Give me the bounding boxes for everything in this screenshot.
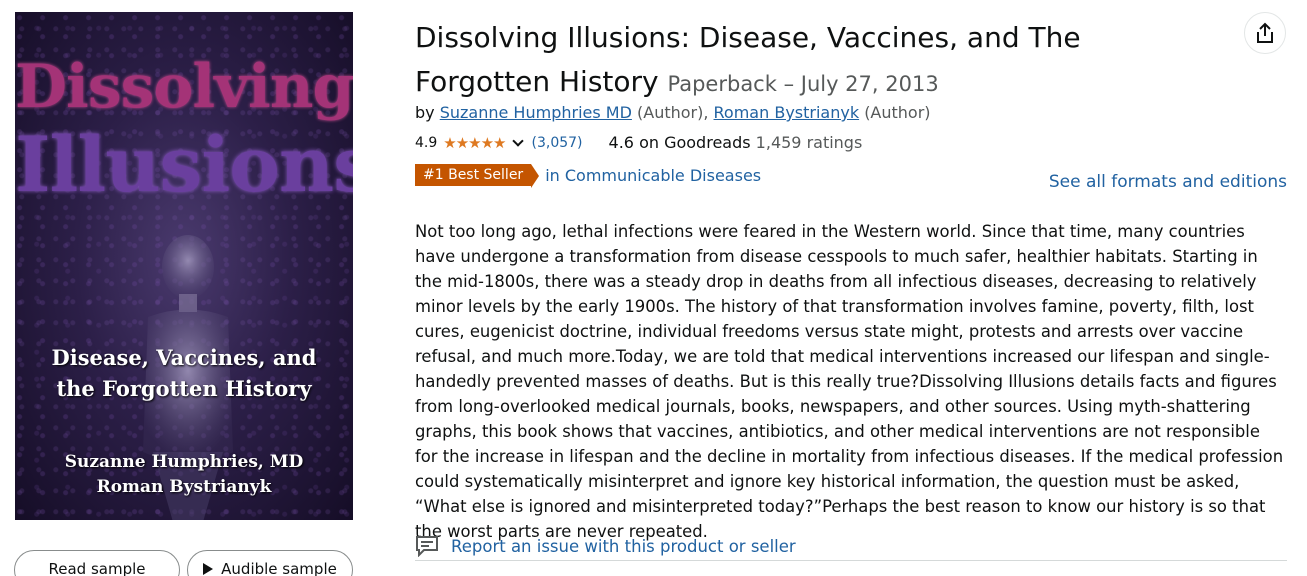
play-icon <box>203 563 214 575</box>
best-seller-badge: #1 Best Seller <box>415 164 540 188</box>
read-sample-button[interactable]: Read sample <box>14 550 180 576</box>
best-seller-row: #1 Best Seller in Communicable Diseases <box>415 164 761 188</box>
by-label: by <box>415 103 435 122</box>
author-link-2[interactable]: Roman Bystrianyk <box>714 103 860 122</box>
cover-authors: Suzanne Humphries, MD Roman Bystrianyk <box>15 450 353 500</box>
divider <box>415 560 1287 561</box>
share-icon <box>1257 22 1273 43</box>
best-seller-category-link[interactable]: in Communicable Diseases <box>545 166 761 185</box>
chevron-down-icon[interactable] <box>511 134 524 147</box>
cover-subtitle-line2: the Forgotten History <box>56 376 312 401</box>
cover-title-line2: Illusions <box>15 120 353 209</box>
author-role-1: (Author), <box>637 103 709 122</box>
author-role-2: (Author) <box>864 103 931 122</box>
cover-author-line2: Roman Bystrianyk <box>96 477 272 497</box>
cover-subtitle-line1: Disease, Vaccines, and <box>51 345 317 370</box>
share-button[interactable] <box>1244 12 1286 54</box>
report-issue-link[interactable]: Report an issue with this product or sel… <box>415 535 796 557</box>
see-all-formats-link[interactable]: See all formats and editions <box>1049 172 1287 192</box>
goodreads-count: 1,459 ratings <box>755 133 863 152</box>
byline: by Suzanne Humphries MD (Author), Roman … <box>415 103 931 122</box>
report-issue-label: Report an issue with this product or sel… <box>451 536 796 556</box>
cover-title-line1: Dissolving <box>15 52 353 122</box>
book-cover-image[interactable]: Dissolving Illusions Disease, Vaccines, … <box>15 12 353 520</box>
product-format: Paperback – July 27, 2013 <box>667 72 939 96</box>
author-link-1[interactable]: Suzanne Humphries MD <box>440 103 632 122</box>
goodreads-rating: 4.6 on Goodreads 1,459 ratings <box>609 133 863 152</box>
product-title: Dissolving Illusions: Disease, Vaccines,… <box>415 16 1215 106</box>
audible-sample-button[interactable]: Audible sample <box>187 550 353 576</box>
feedback-icon <box>416 536 438 557</box>
product-description: Not too long ago, lethal infections were… <box>415 222 1284 541</box>
cover-author-line1: Suzanne Humphries, MD <box>64 452 304 472</box>
audible-sample-label: Audible sample <box>221 560 337 576</box>
read-sample-label: Read sample <box>48 560 146 576</box>
rating-count-link[interactable]: (3,057) <box>532 135 583 151</box>
rating-value: 4.9 <box>415 134 438 151</box>
goodreads-rating-text: 4.6 on Goodreads <box>608 133 751 152</box>
star-rating-icon[interactable]: ★★★★★ <box>443 134 506 152</box>
cover-subtitle: Disease, Vaccines, and the Forgotten His… <box>15 342 353 404</box>
ratings-row: 4.9 ★★★★★ (3,057) 4.6 on Goodreads 1,459… <box>415 133 862 152</box>
